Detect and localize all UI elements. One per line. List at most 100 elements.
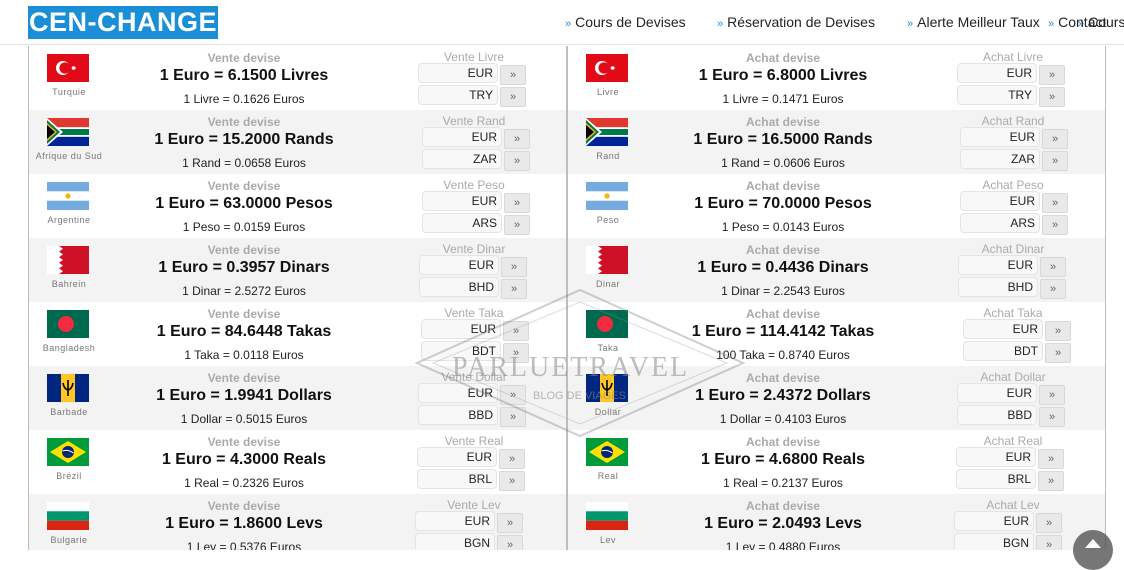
converter-title: Achat Dollar	[980, 370, 1046, 384]
from-amount-input[interactable]: EUR	[418, 383, 498, 403]
convert-to-button[interactable]: »	[1039, 407, 1065, 427]
double-chevron-icon: »	[1051, 219, 1059, 231]
to-amount-input[interactable]: BHD	[419, 277, 499, 297]
to-amount-input[interactable]: ARS	[960, 213, 1040, 233]
convert-from-button[interactable]: »	[500, 65, 526, 85]
bangladesh-flag-icon	[586, 310, 628, 338]
convert-to-button[interactable]: »	[1038, 471, 1064, 491]
convert-from-button[interactable]: »	[497, 513, 523, 533]
currency-code-to: BGN	[463, 536, 490, 550]
from-amount-input[interactable]: EUR	[417, 447, 497, 467]
currency-row: Bahrein Vente devise 1 Euro = 0.3957 Dinar…	[29, 238, 566, 302]
from-amount-input[interactable]: EUR	[415, 511, 495, 531]
convert-to-button[interactable]: »	[501, 279, 527, 299]
barbados-flag-icon	[586, 374, 628, 402]
convert-from-button[interactable]: »	[1045, 321, 1071, 341]
currency-code-from: EUR	[470, 322, 496, 336]
convert-to-button[interactable]: »	[1042, 215, 1068, 235]
converter-title: Achat Real	[983, 434, 1043, 448]
convert-from-button[interactable]: »	[504, 129, 530, 149]
convert-to-button[interactable]: »	[504, 215, 530, 235]
main-rate: 1 Euro = 1.9941 Dollars	[156, 387, 332, 404]
convert-from-button[interactable]: »	[503, 321, 529, 341]
nav-reservation-devises[interactable]: » Réservation de Devises	[717, 14, 875, 30]
from-amount-input[interactable]: EUR	[957, 63, 1037, 83]
from-amount-input[interactable]: EUR	[419, 255, 499, 275]
scroll-top-button[interactable]	[1073, 530, 1113, 570]
sell-panel: Turquie Vente devise 1 Euro = 6.1500 Livre…	[28, 46, 567, 550]
from-amount-input[interactable]: EUR	[422, 191, 502, 211]
convert-from-button[interactable]: »	[1040, 257, 1066, 277]
to-amount-input[interactable]: BDT	[421, 341, 501, 361]
from-amount-input[interactable]: EUR	[957, 383, 1037, 403]
double-chevron-icon: »	[506, 517, 514, 529]
to-amount-input[interactable]: ARS	[422, 213, 502, 233]
from-amount-input[interactable]: EUR	[421, 319, 501, 339]
convert-from-button[interactable]: »	[1042, 193, 1068, 213]
main-rate: 1 Euro = 2.4372 Dollars	[695, 387, 871, 404]
convert-to-button[interactable]: »	[1045, 343, 1071, 363]
nav-contact[interactable]: » Contact	[1048, 14, 1106, 30]
convert-to-button[interactable]: »	[1042, 151, 1068, 171]
convert-from-button[interactable]: »	[499, 449, 525, 469]
nav-label: Alerte Meilleur Taux	[917, 14, 1040, 30]
from-amount-input[interactable]: EUR	[422, 127, 502, 147]
convert-to-button[interactable]: »	[1040, 279, 1066, 299]
currency-code-from: EUR	[471, 130, 497, 144]
to-amount-input[interactable]: BRL	[417, 469, 497, 489]
to-amount-input[interactable]: ZAR	[960, 149, 1040, 169]
from-amount-input[interactable]: EUR	[954, 511, 1034, 531]
convert-to-button[interactable]: »	[503, 343, 529, 363]
convert-to-button[interactable]: »	[500, 407, 526, 427]
from-amount-input[interactable]: EUR	[956, 447, 1036, 467]
convert-from-button[interactable]: »	[1036, 513, 1062, 533]
country-name: Taka	[597, 343, 619, 353]
convert-to-button[interactable]: »	[500, 87, 526, 107]
double-chevron-icon: »	[1048, 69, 1056, 81]
from-amount-input[interactable]: EUR	[958, 255, 1038, 275]
currency-row: Brézil Vente devise 1 Euro = 4.3000 Reals 1…	[29, 430, 566, 494]
convert-from-button[interactable]: »	[500, 385, 526, 405]
convert-from-button[interactable]: »	[1042, 129, 1068, 149]
currency-row: Lev Achat devise 1 Euro = 2.0493 Levs 1 Lev…	[568, 494, 1105, 550]
inverse-rate: 1 Peso = 0.0143 Euros	[721, 220, 845, 234]
main-rate: 1 Euro = 2.0493 Levs	[704, 515, 862, 532]
from-amount-input[interactable]: EUR	[960, 127, 1040, 147]
to-amount-input[interactable]: BGN	[415, 533, 495, 550]
to-amount-input[interactable]: BHD	[958, 277, 1038, 297]
convert-from-button[interactable]: »	[501, 257, 527, 277]
convert-to-button[interactable]: »	[1036, 535, 1062, 550]
to-amount-input[interactable]: TRY	[957, 85, 1037, 105]
convert-from-button[interactable]: »	[504, 193, 530, 213]
rate-type-label: Vente devise	[207, 115, 281, 129]
convert-from-button[interactable]: »	[1038, 449, 1064, 469]
to-amount-input[interactable]: BBD	[418, 405, 498, 425]
convert-to-button[interactable]: »	[1039, 87, 1065, 107]
to-amount-input[interactable]: BDT	[963, 341, 1043, 361]
from-amount-input[interactable]: EUR	[418, 63, 498, 83]
nav-alerte-taux[interactable]: » Alerte Meilleur Taux	[907, 14, 1040, 30]
double-chevron-icon: »	[1048, 389, 1056, 401]
to-amount-input[interactable]: BBD	[957, 405, 1037, 425]
to-amount-input[interactable]: ZAR	[422, 149, 502, 169]
currency-row: Dinar Achat devise 1 Euro = 0.4436 Dinars 1…	[568, 238, 1105, 302]
from-amount-input[interactable]: EUR	[963, 319, 1043, 339]
double-chevron-icon: »	[510, 261, 518, 273]
inverse-rate: 1 Taka = 0.0118 Euros	[184, 348, 304, 362]
main-rate: 1 Euro = 4.6800 Reals	[700, 451, 866, 468]
currency-row: Peso Achat devise 1 Euro = 70.0000 Pesos 1 …	[568, 174, 1105, 238]
to-amount-input[interactable]: BRL	[956, 469, 1036, 489]
inverse-rate: 1 Real = 0.2326 Euros	[184, 476, 304, 490]
main-rate: 1 Euro = 0.3957 Dinars	[158, 259, 330, 276]
double-chevron-icon: »	[509, 411, 517, 423]
from-amount-input[interactable]: EUR	[960, 191, 1040, 211]
currency-code-from: EUR	[466, 450, 492, 464]
nav-cours-devises[interactable]: » Cours de Devises	[565, 14, 686, 30]
convert-from-button[interactable]: »	[1039, 385, 1065, 405]
to-amount-input[interactable]: BGN	[954, 533, 1034, 550]
convert-to-button[interactable]: »	[497, 535, 523, 550]
convert-to-button[interactable]: »	[504, 151, 530, 171]
to-amount-input[interactable]: TRY	[418, 85, 498, 105]
convert-to-button[interactable]: »	[499, 471, 525, 491]
convert-from-button[interactable]: »	[1039, 65, 1065, 85]
